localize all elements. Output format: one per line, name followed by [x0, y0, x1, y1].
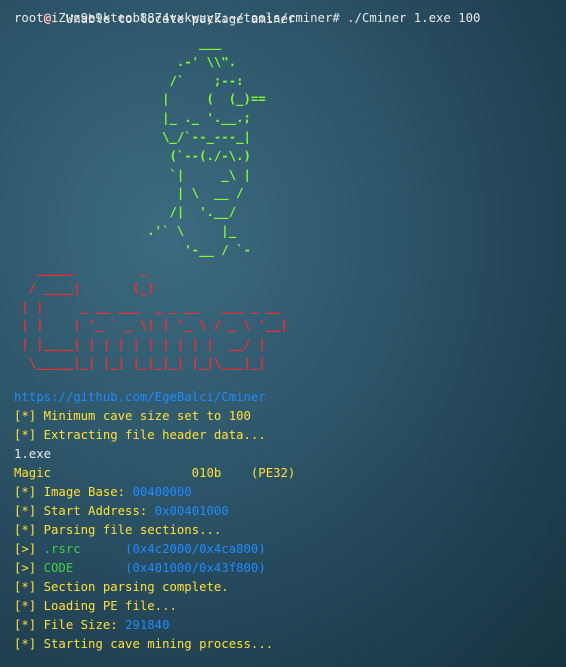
output-text: 1.exe: [14, 447, 52, 461]
output-line: 1.exe: [14, 445, 51, 464]
output-prefix: [>]: [14, 542, 37, 556]
output-text: Image Base:: [36, 485, 133, 499]
output-value: (0x401000/0x43f800): [125, 561, 266, 575]
output-line: [*] Starting cave mining process...: [14, 635, 273, 654]
output-prefix: [*]: [14, 409, 37, 423]
output-text: Minimum cave size set to 100: [36, 409, 251, 423]
output-line: [*] Image Base: 00400000: [14, 483, 192, 502]
cminer-ascii-logo: _____ _ / ____| (_) | | _ __ ___ _ _ __ …: [21, 262, 288, 370]
gopher-ascii-art: ___ .-' \\". /` ;--: | ( (_)== |_ ._ '._…: [147, 36, 266, 257]
output-line: Magic 010b (PE32): [14, 464, 295, 483]
output-line: [*] Minimum cave size set to 100: [14, 407, 251, 426]
output-text: Starting cave mining process...: [36, 637, 274, 651]
output-prefix: [*]: [14, 485, 37, 499]
output-text: Magic 010b (PE32): [14, 466, 296, 480]
output-text: CODE: [36, 561, 126, 575]
output-line: [>] .rsrc (0x4c2000/0x4ca800): [14, 540, 266, 559]
output-value: 0x00401000: [154, 504, 229, 518]
output-line: [>] CODE (0x401000/0x43f800): [14, 559, 266, 578]
repo-url: https://github.com/EgeBalci/Cminer: [14, 390, 266, 404]
output-line: [*] File Size: 291840: [14, 616, 169, 635]
output-prefix: [>]: [14, 561, 37, 575]
output-text: .rsrc: [36, 542, 126, 556]
output-value: 00400000: [132, 485, 192, 499]
output-value: 291840: [125, 618, 170, 632]
output-prefix: [*]: [14, 599, 37, 613]
terminal-window[interactable]: E: Unable to locate package aminer root@…: [0, 0, 566, 667]
output-text: Start Address:: [36, 504, 155, 518]
output-prefix: [*]: [14, 580, 37, 594]
output-text: File Size:: [36, 618, 126, 632]
output-text: Loading PE file...: [36, 599, 177, 613]
output-line: [*] Loading PE file...: [14, 597, 177, 616]
output-line: [*] Start Address: 0x00401000: [14, 502, 229, 521]
output-prefix: [*]: [14, 523, 37, 537]
output-line: [*] Section parsing complete.: [14, 578, 229, 597]
command-prompt-line: root@iZwz9e9kteob8874vxkwuyZ:~/tools/cmi…: [14, 11, 481, 25]
output-line: [*] Extracting file header data...: [14, 426, 266, 445]
output-text: Extracting file header data...: [36, 428, 266, 442]
output-prefix: [*]: [14, 637, 37, 651]
output-value: (0x4c2000/0x4ca800): [125, 542, 266, 556]
output-line: [*] Parsing file sections...: [14, 521, 221, 540]
output-prefix: [*]: [14, 504, 37, 518]
output-prefix: [*]: [14, 428, 37, 442]
output-text: Section parsing complete.: [36, 580, 229, 594]
output-text: Parsing file sections...: [36, 523, 222, 537]
output-prefix: [*]: [14, 618, 37, 632]
